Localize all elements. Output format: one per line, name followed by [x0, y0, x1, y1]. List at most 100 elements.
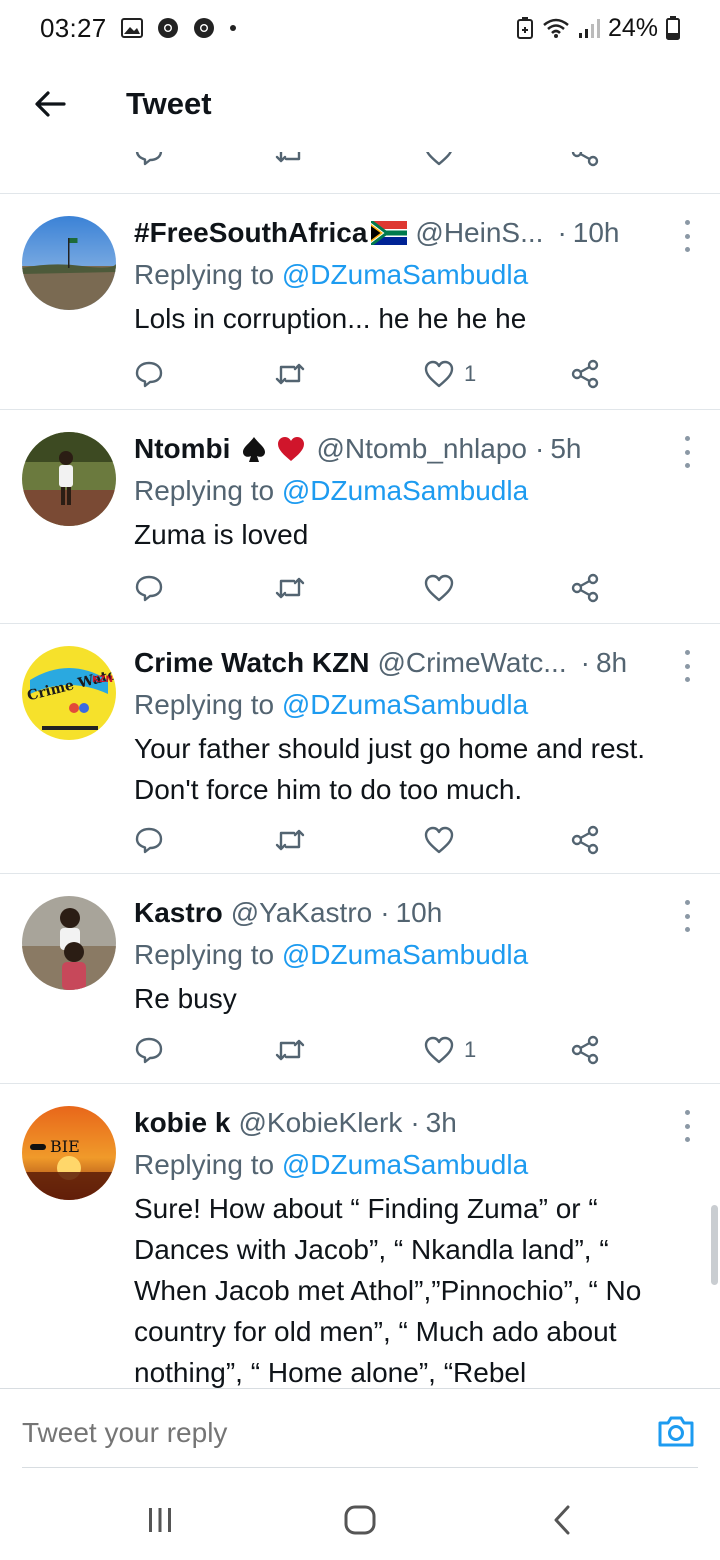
heart-icon — [424, 360, 454, 388]
avatar-logo-subtext: KZN — [92, 675, 113, 685]
spade-icon — [240, 435, 268, 463]
tweet-time: 10h — [572, 217, 620, 248]
notification-dot-icon — [229, 24, 237, 32]
user-handle[interactable]: @Ntomb_nhlapo — [316, 430, 527, 468]
user-handle[interactable]: @YaKastro — [231, 894, 373, 932]
replying-to: Replying to @DZumaSambudla — [134, 1146, 672, 1184]
avatar[interactable] — [22, 216, 116, 310]
more-options-button[interactable] — [682, 650, 692, 682]
reply-button[interactable] — [134, 152, 164, 172]
status-left: 03:27 — [40, 13, 237, 44]
action-bar — [134, 568, 614, 608]
display-name[interactable]: Kastro — [134, 894, 223, 932]
system-back-button[interactable] — [532, 1498, 592, 1542]
reply-button[interactable] — [134, 354, 164, 394]
display-name[interactable]: Ntombi — [134, 430, 230, 468]
avatar-logo-text: BIE — [50, 1137, 80, 1156]
replying-to: Replying to @DZumaSambudla — [134, 256, 672, 294]
tweet-body: #FreeSouthAfrica @HeinS... · 10h Replyin… — [134, 214, 672, 339]
status-time: 03:27 — [40, 12, 107, 43]
user-handle[interactable]: @HeinS... — [415, 214, 543, 252]
home-button[interactable] — [330, 1498, 390, 1542]
reply-feed[interactable]: #FreeSouthAfrica @HeinS... · 10h Replyin… — [0, 152, 720, 1388]
tweet-text: Zuma is loved — [134, 519, 309, 550]
avatar[interactable] — [22, 432, 116, 526]
share-button[interactable] — [570, 152, 600, 172]
tweet-text: Sure! How about “ Finding Zuma” or “ Dan… — [134, 1193, 642, 1388]
retweet-button[interactable] — [274, 354, 306, 394]
mention-link[interactable]: @DZumaSambudla — [282, 475, 528, 506]
recent-apps-icon — [149, 1508, 171, 1532]
separator-dot: · — [380, 897, 390, 928]
mention-link[interactable]: @DZumaSambudla — [282, 939, 528, 970]
tweet-body: Ntombi @Ntomb_nhlapo · 5h Replying to @D… — [134, 430, 672, 555]
replying-to: Replying to @DZumaSambudla — [134, 686, 672, 724]
like-button[interactable] — [424, 568, 464, 608]
retweet-button[interactable] — [274, 568, 306, 608]
reply-icon — [135, 361, 163, 388]
tweet-body: Crime Watch KZN @CrimeWatc... · 8h Reply… — [134, 644, 672, 810]
retweet-icon — [275, 152, 301, 163]
tweet-item[interactable]: #FreeSouthAfrica @HeinS... · 10h Replyin… — [0, 194, 720, 410]
scrollbar-thumb[interactable] — [711, 1205, 718, 1285]
display-name[interactable]: Crime Watch KZN — [134, 644, 369, 682]
more-options-button[interactable] — [682, 220, 692, 252]
replying-to-label: Replying to — [134, 475, 282, 506]
retweet-button[interactable] — [274, 820, 306, 860]
mention-link[interactable]: @DZumaSambudla — [282, 1149, 528, 1180]
like-count: 1 — [464, 1037, 477, 1062]
tweet-item[interactable]: BIE kobie k @KobieKlerk · 3h Replying to… — [0, 1084, 720, 1388]
like-button[interactable]: 1 — [424, 1030, 476, 1070]
user-handle[interactable]: @CrimeWatc... — [377, 644, 566, 682]
tweet-time: 5h — [550, 433, 582, 464]
tweet-text: Re busy — [134, 983, 237, 1014]
display-name[interactable]: #FreeSouthAfrica — [134, 214, 367, 252]
mention-link[interactable]: @DZumaSambudla — [282, 259, 528, 290]
avatar[interactable]: Crime Watc KZN — [22, 646, 116, 740]
separator-dot: · — [410, 1107, 420, 1138]
reply-button[interactable] — [134, 1030, 164, 1070]
replying-to-label: Replying to — [134, 1149, 282, 1180]
more-options-button[interactable] — [682, 1110, 692, 1142]
user-handle[interactable]: @KobieKlerk — [238, 1104, 402, 1142]
share-button[interactable] — [570, 354, 600, 394]
battery-saver-icon — [516, 17, 534, 39]
tweet-item[interactable]: Kastro @YaKastro · 10h Replying to @DZum… — [0, 874, 720, 1084]
avatar[interactable] — [22, 896, 116, 990]
status-right: 24% — [516, 14, 680, 43]
share-icon — [571, 825, 599, 855]
mention-link[interactable]: @DZumaSambudla — [282, 689, 528, 720]
recent-apps-button[interactable] — [130, 1498, 190, 1542]
avatar[interactable]: BIE — [22, 1106, 116, 1200]
retweet-icon — [275, 577, 305, 599]
reply-button[interactable] — [134, 568, 164, 608]
reply-icon — [135, 152, 163, 166]
gallery-icon — [120, 18, 143, 38]
display-name[interactable]: kobie k — [134, 1104, 230, 1142]
share-button[interactable] — [570, 820, 600, 860]
replying-to: Replying to @DZumaSambudla — [134, 472, 672, 510]
more-options-button[interactable] — [682, 900, 692, 932]
share-button[interactable] — [570, 1030, 600, 1070]
like-button[interactable]: 1 — [424, 354, 476, 394]
share-icon — [571, 1035, 599, 1065]
retweet-button[interactable] — [274, 152, 306, 172]
battery-percent: 24% — [607, 13, 658, 42]
tweet-reply-input[interactable] — [22, 1409, 582, 1457]
reply-composer — [0, 1388, 720, 1480]
reply-icon — [135, 1037, 163, 1064]
camera-button[interactable] — [656, 1413, 696, 1453]
more-options-button[interactable] — [682, 436, 692, 468]
share-button[interactable] — [570, 568, 600, 608]
tweet-header: #FreeSouthAfrica @HeinS... · 10h — [134, 214, 672, 252]
like-button[interactable] — [424, 820, 464, 860]
tweet-item[interactable]: Crime Watc KZN Crime Watch KZN @CrimeWat… — [0, 624, 720, 874]
reply-button[interactable] — [134, 820, 164, 860]
back-button[interactable] — [0, 56, 100, 152]
like-button[interactable] — [424, 152, 454, 172]
tweet-item[interactable]: Ntombi @Ntomb_nhlapo · 5h Replying to @D… — [0, 410, 720, 624]
wifi-icon — [542, 17, 570, 39]
retweet-icon — [275, 1039, 305, 1061]
retweet-button[interactable] — [274, 1030, 306, 1070]
heart-emoji-icon — [276, 435, 306, 463]
